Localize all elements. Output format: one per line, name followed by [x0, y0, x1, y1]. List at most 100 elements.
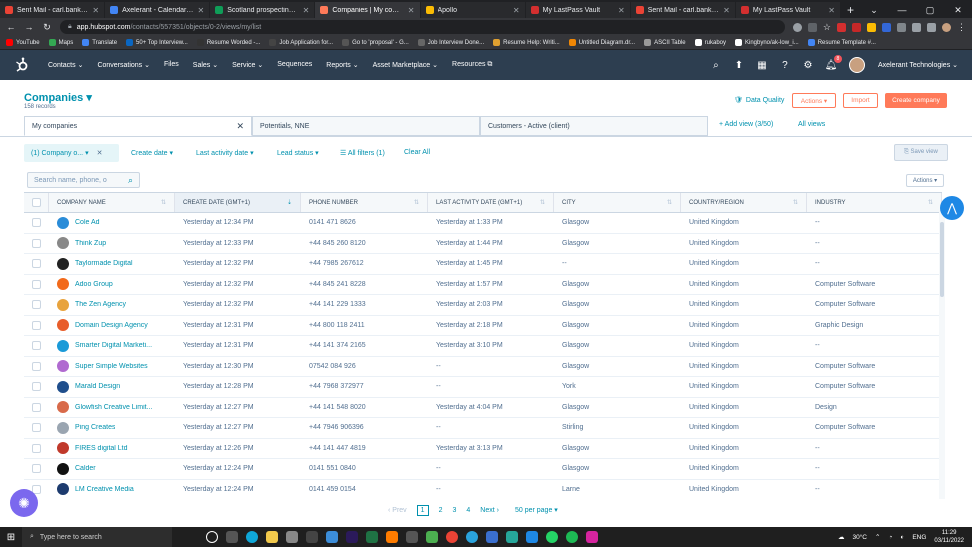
next-page-button[interactable]: Next › [480, 507, 499, 514]
column-header[interactable]: PHONE NUMBER ⇅ [301, 193, 428, 212]
vscode-icon[interactable] [526, 531, 538, 543]
company-name-link[interactable]: Marald Design [75, 383, 120, 390]
extension-red-icon[interactable] [852, 22, 861, 32]
company-name-link[interactable]: Domain Design Agency [75, 322, 148, 329]
row-checkbox[interactable] [32, 361, 41, 371]
company-name-link[interactable]: Smarter Digital Marketi... [75, 342, 152, 349]
company-name-link[interactable]: FIRES digital Ltd [75, 445, 128, 452]
bookmark-item[interactable]: Untitled Diagram.dr... [568, 39, 635, 46]
column-header[interactable]: CREATE DATE (GMT+1) ⇣ [175, 193, 301, 212]
bookmark-item[interactable]: Job Interview Done... [417, 39, 484, 46]
app-green-icon[interactable] [426, 531, 438, 543]
nav-menu-item[interactable]: Files [164, 61, 179, 69]
company-owner-filter-chip[interactable]: (1) Company o... ▾ ✕ [24, 144, 119, 162]
company-name-link[interactable]: Calder [75, 465, 96, 472]
column-header[interactable]: CITY ⇅ [554, 193, 681, 212]
nav-menu-item[interactable]: Service ⌄ [232, 61, 263, 69]
table-row[interactable]: Cole Ad Yesterday at 12:34 PM 0141 471 862… [24, 213, 942, 234]
bookmark-item[interactable]: Resume Worded -... [196, 39, 260, 46]
clear-all-button[interactable]: Clear All [404, 149, 430, 156]
back-icon[interactable]: ← [6, 22, 16, 32]
last-activity-filter[interactable]: Last activity date ▾ [196, 149, 254, 157]
tab-search-icon[interactable]: ⌄ [860, 2, 888, 18]
table-search-input[interactable]: Search name, phone, o ⌕ [27, 172, 140, 188]
bookmark-item[interactable]: Translate [82, 39, 117, 46]
row-checkbox[interactable] [32, 238, 41, 248]
sidepanel-icon[interactable] [927, 22, 936, 32]
page-4[interactable]: 4 [466, 507, 470, 514]
account-switcher[interactable]: Axelerant Technologies ⌄ [878, 61, 958, 69]
menu-kebab-icon[interactable]: ⋮ [957, 22, 966, 32]
edge-icon[interactable] [246, 531, 258, 543]
per-page-select[interactable]: 50 per page ▾ [515, 506, 558, 514]
column-header[interactable]: COUNTRY/REGION ⇅ [681, 193, 807, 212]
excel-icon[interactable] [366, 531, 378, 543]
star-icon[interactable]: ☆ [823, 22, 831, 32]
chat-launcher-button[interactable]: ⋀ [940, 196, 964, 220]
table-actions-button[interactable]: Actions ▾ [906, 174, 944, 187]
table-row[interactable]: Glowfish Creative Limit... Yesterday at 1… [24, 398, 942, 418]
windows-start-icon[interactable]: ⊞ [0, 527, 22, 547]
company-name-link[interactable]: Taylormade Digital [75, 260, 133, 267]
settings-icon[interactable] [286, 531, 298, 543]
column-header[interactable]: COMPANY NAME ⇅ [49, 193, 175, 212]
nav-menu-item[interactable]: Sequences [277, 61, 312, 69]
row-checkbox[interactable] [32, 259, 41, 269]
share-icon[interactable] [807, 22, 817, 32]
bookmark-item[interactable]: Go to 'proposal' - G... [342, 39, 409, 46]
column-header[interactable]: INDUSTRY ⇅ [807, 193, 942, 212]
browser-tab[interactable]: Scotland prospecting - Go ✕ [210, 2, 316, 18]
telegram-icon[interactable] [466, 531, 478, 543]
table-row[interactable]: Taylormade Digital Yesterday at 12:32 PM +… [24, 254, 942, 275]
new-tab-button[interactable]: + [841, 2, 860, 18]
nav-menu-item[interactable]: Resources ⧉ [452, 61, 492, 69]
close-tab-icon[interactable]: ✕ [618, 6, 625, 15]
sort-icon[interactable]: ⇅ [161, 199, 166, 206]
row-checkbox[interactable] [32, 218, 41, 228]
scrollbar-thumb[interactable] [940, 222, 944, 297]
task-view-icon[interactable] [206, 531, 218, 543]
nav-menu-item[interactable]: Contacts ⌄ [48, 61, 83, 69]
volume-icon[interactable]: ◐ [900, 534, 904, 541]
nav-menu-item[interactable]: Conversations ⌄ [97, 61, 150, 69]
lead-status-filter[interactable]: Lead status ▾ [277, 149, 319, 157]
select-all-checkbox[interactable] [31, 198, 41, 207]
table-row[interactable]: FIRES digital Ltd Yesterday at 12:26 PM +4… [24, 439, 942, 459]
import-button[interactable]: Import [843, 93, 878, 108]
sort-icon[interactable]: ⇅ [928, 199, 933, 206]
nav-menu-item[interactable]: Reports ⌄ [326, 61, 358, 69]
url-field[interactable]: 🔒︎ app.hubspot.com/contacts/557351/objec… [60, 20, 785, 34]
help-icon[interactable]: ? [780, 60, 790, 71]
chrome-icon[interactable] [446, 531, 458, 543]
sort-icon[interactable]: ⇅ [793, 199, 798, 206]
photoshop-icon[interactable] [346, 531, 358, 543]
assistant-launcher-button[interactable]: ✺ [10, 489, 38, 517]
bookmark-item[interactable]: Resume Template #... [807, 39, 876, 46]
table-row[interactable]: Think Zup Yesterday at 12:33 PM +44 845 26… [24, 234, 942, 254]
app-blue-icon[interactable] [486, 531, 498, 543]
table-scrollbar[interactable] [939, 212, 945, 499]
table-row[interactable]: Super Simple Websites Yesterday at 12:30 … [24, 357, 942, 377]
close-icon[interactable]: ✕ [97, 149, 103, 157]
page-2[interactable]: 2 [439, 507, 443, 514]
vpn-icon[interactable] [406, 531, 418, 543]
table-row[interactable]: Marald Design Yesterday at 12:28 PM +44 79… [24, 377, 942, 398]
close-tab-icon[interactable]: ✕ [198, 6, 205, 15]
camera-icon[interactable] [306, 531, 318, 543]
tab-my-companies[interactable]: My companies ✕ [24, 116, 252, 136]
browser-tab[interactable]: Sent Mail - carl.banks@ax ✕ [630, 2, 736, 18]
tray-chevron-icon[interactable]: ⌃ [875, 533, 880, 541]
sort-icon[interactable]: ⇅ [540, 199, 545, 206]
save-view-button[interactable]: ⎘ Save view [894, 144, 948, 161]
nav-menu-item[interactable]: Asset Marketplace ⌄ [373, 61, 438, 69]
bookmark-item[interactable]: ASCII Table [644, 39, 686, 46]
sort-icon[interactable]: ⇅ [667, 199, 672, 206]
close-tab-icon[interactable]: ✕ [513, 6, 520, 15]
all-views-link[interactable]: All views [798, 121, 825, 128]
company-name-link[interactable]: Ping Creates [75, 424, 115, 431]
user-avatar[interactable] [848, 57, 865, 73]
company-name-link[interactable]: Think Zup [75, 240, 106, 247]
page-1[interactable]: 1 [416, 504, 429, 516]
extension-blue-icon[interactable] [882, 22, 891, 32]
row-checkbox[interactable] [32, 382, 41, 392]
